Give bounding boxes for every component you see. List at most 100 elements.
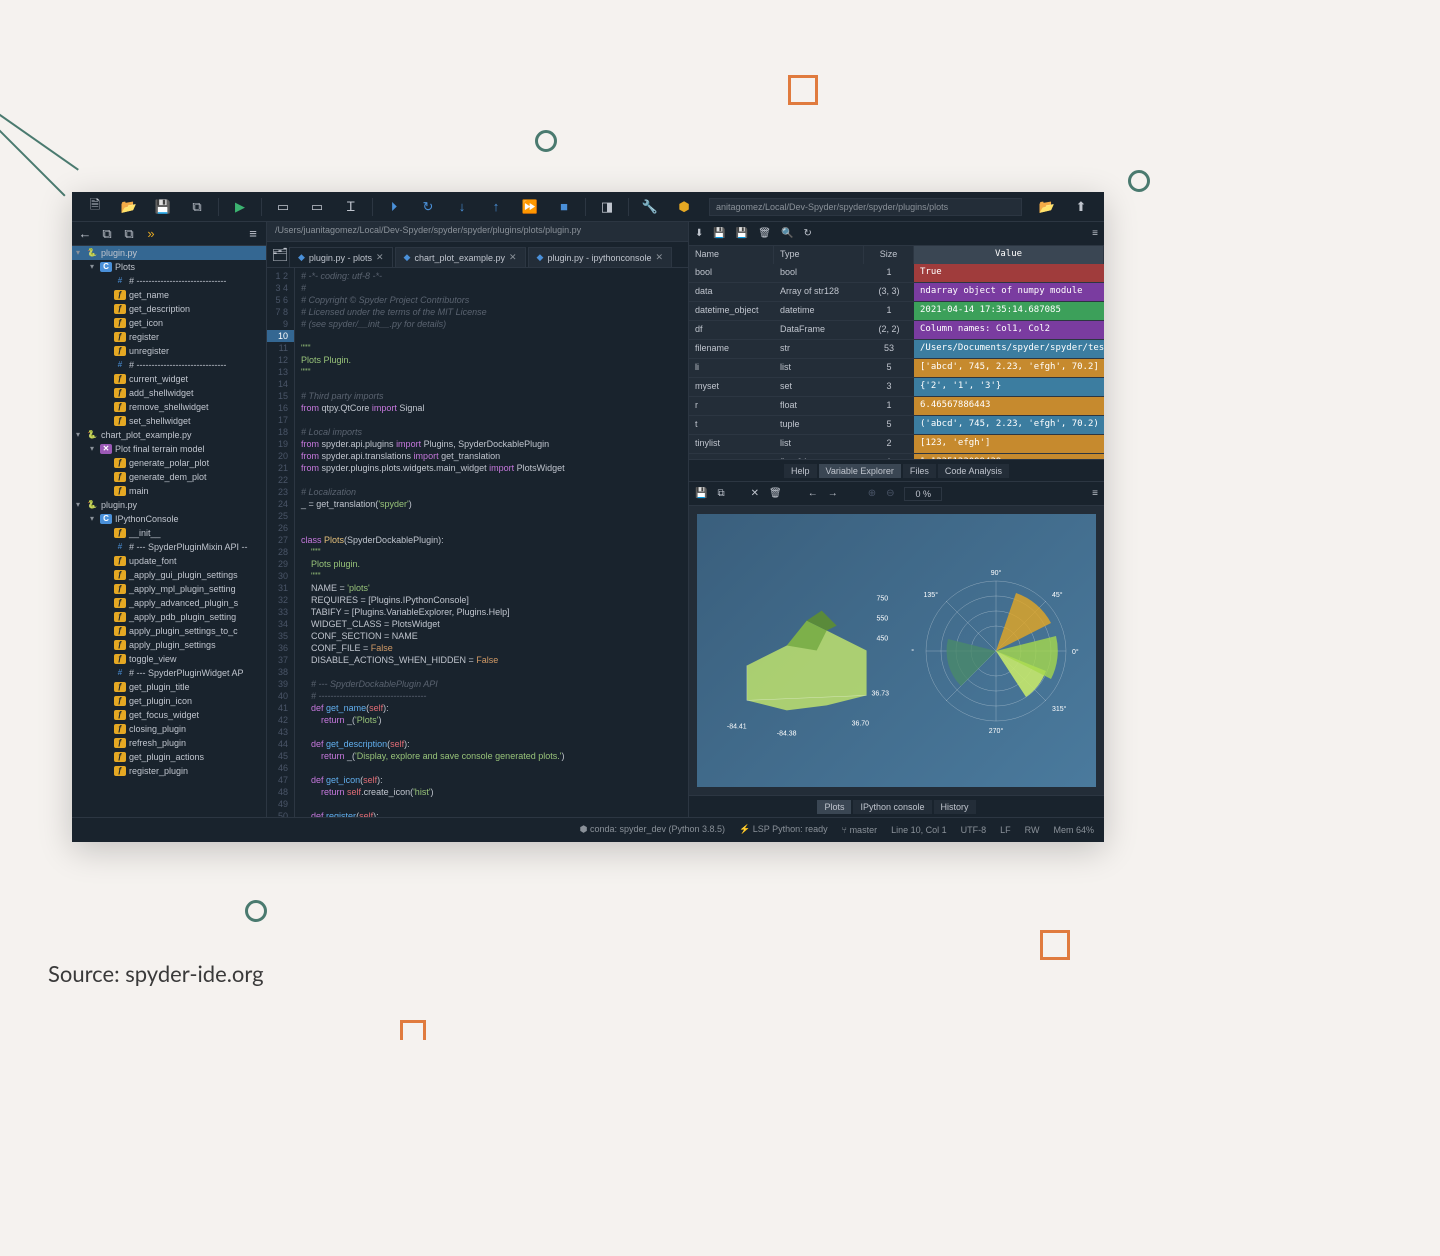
continue-icon[interactable]: ⏩: [515, 195, 545, 219]
panel-tab[interactable]: IPython console: [853, 800, 931, 814]
tree-item[interactable]: ƒget_name: [72, 288, 266, 302]
next-plot-icon[interactable]: →: [828, 488, 838, 499]
browse-dir-icon[interactable]: 📂: [1032, 195, 1062, 219]
wrench-icon[interactable]: 🔧: [635, 195, 665, 219]
refresh-icon[interactable]: ↻: [803, 228, 811, 239]
tree-item[interactable]: ƒgenerate_dem_plot: [72, 470, 266, 484]
variable-row[interactable]: filenamestr53/Users/Documents/spyder/spy…: [689, 340, 1104, 359]
back-icon[interactable]: ←: [78, 222, 92, 246]
tree-item[interactable]: ƒcurrent_widget: [72, 372, 266, 386]
tree-item[interactable]: ## ------------------------------: [72, 274, 266, 288]
run-selection-icon[interactable]: Ꮖ: [336, 195, 366, 219]
tree-item[interactable]: ƒadd_shellwidget: [72, 386, 266, 400]
tree-item[interactable]: ▾✕Plot final terrain model: [72, 442, 266, 456]
tree-item[interactable]: ƒ__init__: [72, 526, 266, 540]
expand-icon[interactable]: »: [144, 222, 158, 246]
tree-item[interactable]: ƒget_focus_widget: [72, 708, 266, 722]
variable-row[interactable]: ttuple5('abcd', 745, 2.23, 'efgh', 70.2): [689, 416, 1104, 435]
tree-item[interactable]: ƒgenerate_polar_plot: [72, 456, 266, 470]
prev-plot-icon[interactable]: ←: [808, 488, 818, 499]
tree-item[interactable]: ƒremove_shellwidget: [72, 400, 266, 414]
copy-icon[interactable]: ⧉: [100, 222, 114, 246]
run-icon[interactable]: ▶: [225, 195, 255, 219]
menu-icon[interactable]: ≡: [1092, 488, 1098, 499]
status-eol[interactable]: LF: [1000, 825, 1011, 835]
panel-tab[interactable]: Plots: [817, 800, 851, 814]
tree-item[interactable]: ▾🐍plugin.py: [72, 246, 266, 260]
tree-item[interactable]: ƒtoggle_view: [72, 652, 266, 666]
new-file-icon[interactable]: 🗎: [80, 195, 110, 219]
close-plot-icon[interactable]: ✕: [751, 488, 759, 499]
save-as-icon[interactable]: 💾: [736, 228, 748, 239]
step-in-icon[interactable]: ↓: [447, 195, 477, 219]
tree-item[interactable]: ƒapply_plugin_settings: [72, 638, 266, 652]
tree-item[interactable]: ƒupdate_font: [72, 554, 266, 568]
tree-item[interactable]: ƒregister_plugin: [72, 764, 266, 778]
tree-item[interactable]: ▾CIPythonConsole: [72, 512, 266, 526]
tree-item[interactable]: ƒget_plugin_title: [72, 680, 266, 694]
save-plot-icon[interactable]: 💾: [695, 488, 707, 499]
save-icon[interactable]: 💾: [148, 195, 178, 219]
tree-item[interactable]: ƒapply_plugin_settings_to_c: [72, 624, 266, 638]
variable-row[interactable]: datetime_objectdatetime12021-04-14 17:35…: [689, 302, 1104, 321]
menu-icon[interactable]: ≡: [1092, 228, 1098, 239]
tree-item[interactable]: ▾🐍plugin.py: [72, 498, 266, 512]
variable-row[interactable]: lilist5['abcd', 745, 2.23, 'efgh', 70.2]: [689, 359, 1104, 378]
tree-item[interactable]: ƒmain: [72, 484, 266, 498]
tree-item[interactable]: ƒ_apply_pdb_plugin_setting: [72, 610, 266, 624]
tree-item[interactable]: ƒset_shellwidget: [72, 414, 266, 428]
menu-icon[interactable]: ≡: [246, 222, 260, 246]
step-over-icon[interactable]: ↻: [413, 195, 443, 219]
save-icon[interactable]: 💾: [713, 228, 725, 239]
panel-tab[interactable]: Code Analysis: [938, 464, 1009, 478]
outline-tree[interactable]: ▾🐍plugin.py▾CPlots## -------------------…: [72, 246, 266, 817]
status-encoding[interactable]: UTF-8: [961, 825, 987, 835]
copy-plot-icon[interactable]: ⧉: [717, 488, 724, 499]
working-dir-field[interactable]: anitagomez/Local/Dev-Spyder/spyder/spyde…: [709, 198, 1022, 216]
search-icon[interactable]: 🔍: [781, 228, 793, 239]
tree-item[interactable]: ## --- SpyderPluginMixin API --: [72, 540, 266, 554]
tree-item[interactable]: ƒ_apply_gui_plugin_settings: [72, 568, 266, 582]
parent-dir-icon[interactable]: ⬆: [1066, 195, 1096, 219]
tree-item[interactable]: ## --- SpyderPluginWidget AP: [72, 666, 266, 680]
variable-row[interactable]: dfDataFrame(2, 2)Column names: Col1, Col…: [689, 321, 1104, 340]
editor-tab[interactable]: ◆plugin.py - plots✕: [289, 247, 393, 267]
browse-tabs-icon[interactable]: 🗂: [271, 243, 289, 267]
plot-canvas[interactable]: -84.41 -84.38 36.70 36.73 450 550 750: [689, 506, 1104, 795]
tree-item[interactable]: ƒrefresh_plugin: [72, 736, 266, 750]
tree-item[interactable]: ƒ_apply_advanced_plugin_s: [72, 596, 266, 610]
zoom-field[interactable]: 0 %: [904, 487, 942, 501]
variable-row[interactable]: boolbool1True: [689, 264, 1104, 283]
panel-tab[interactable]: Files: [903, 464, 936, 478]
code-content[interactable]: # -*- coding: utf-8 -*- # # Copyright © …: [295, 268, 688, 817]
run-cell-icon[interactable]: ▭: [268, 195, 298, 219]
variable-table[interactable]: Name Type Size Value boolbool1TruedataAr…: [689, 246, 1104, 459]
status-branch[interactable]: ⑂ master: [842, 825, 877, 835]
delete-plot-icon[interactable]: 🗑: [769, 488, 782, 499]
panel-tab[interactable]: Help: [784, 464, 817, 478]
variable-row[interactable]: rfloat16.46567886443: [689, 397, 1104, 416]
import-icon[interactable]: ⬇: [695, 228, 703, 239]
tree-item[interactable]: ƒ_apply_mpl_plugin_setting: [72, 582, 266, 596]
variable-row[interactable]: tinylistlist2[123, 'efgh']: [689, 435, 1104, 454]
status-env[interactable]: ⬢ conda: spyder_dev (Python 3.8.5): [580, 824, 725, 835]
save-all-icon[interactable]: ⧉: [182, 195, 212, 219]
tree-item[interactable]: ƒget_icon: [72, 316, 266, 330]
panel-tab[interactable]: History: [934, 800, 976, 814]
tree-item[interactable]: ƒunregister: [72, 344, 266, 358]
variable-row[interactable]: mysetset3{'2', '1', '3'}: [689, 378, 1104, 397]
tree-item[interactable]: ▾🐍chart_plot_example.py: [72, 428, 266, 442]
delete-icon[interactable]: 🗑: [758, 228, 771, 239]
tree-item[interactable]: ƒget_plugin_actions: [72, 750, 266, 764]
tree-item[interactable]: ## ------------------------------: [72, 358, 266, 372]
tree-item[interactable]: ƒregister: [72, 330, 266, 344]
editor-tab[interactable]: ◆chart_plot_example.py✕: [395, 247, 526, 267]
tree-item[interactable]: ƒclosing_plugin: [72, 722, 266, 736]
python-path-icon[interactable]: ⬢: [669, 195, 699, 219]
debug-icon[interactable]: ⏵: [379, 195, 409, 219]
open-folder-icon[interactable]: 📂: [114, 195, 144, 219]
tree-item[interactable]: ▾CPlots: [72, 260, 266, 274]
tree-item[interactable]: ƒget_plugin_icon: [72, 694, 266, 708]
run-cell-next-icon[interactable]: ▭: [302, 195, 332, 219]
code-editor[interactable]: 1 2 3 4 5 6 7 8 9 10 11 12 13 14 15 16 1…: [267, 268, 688, 817]
